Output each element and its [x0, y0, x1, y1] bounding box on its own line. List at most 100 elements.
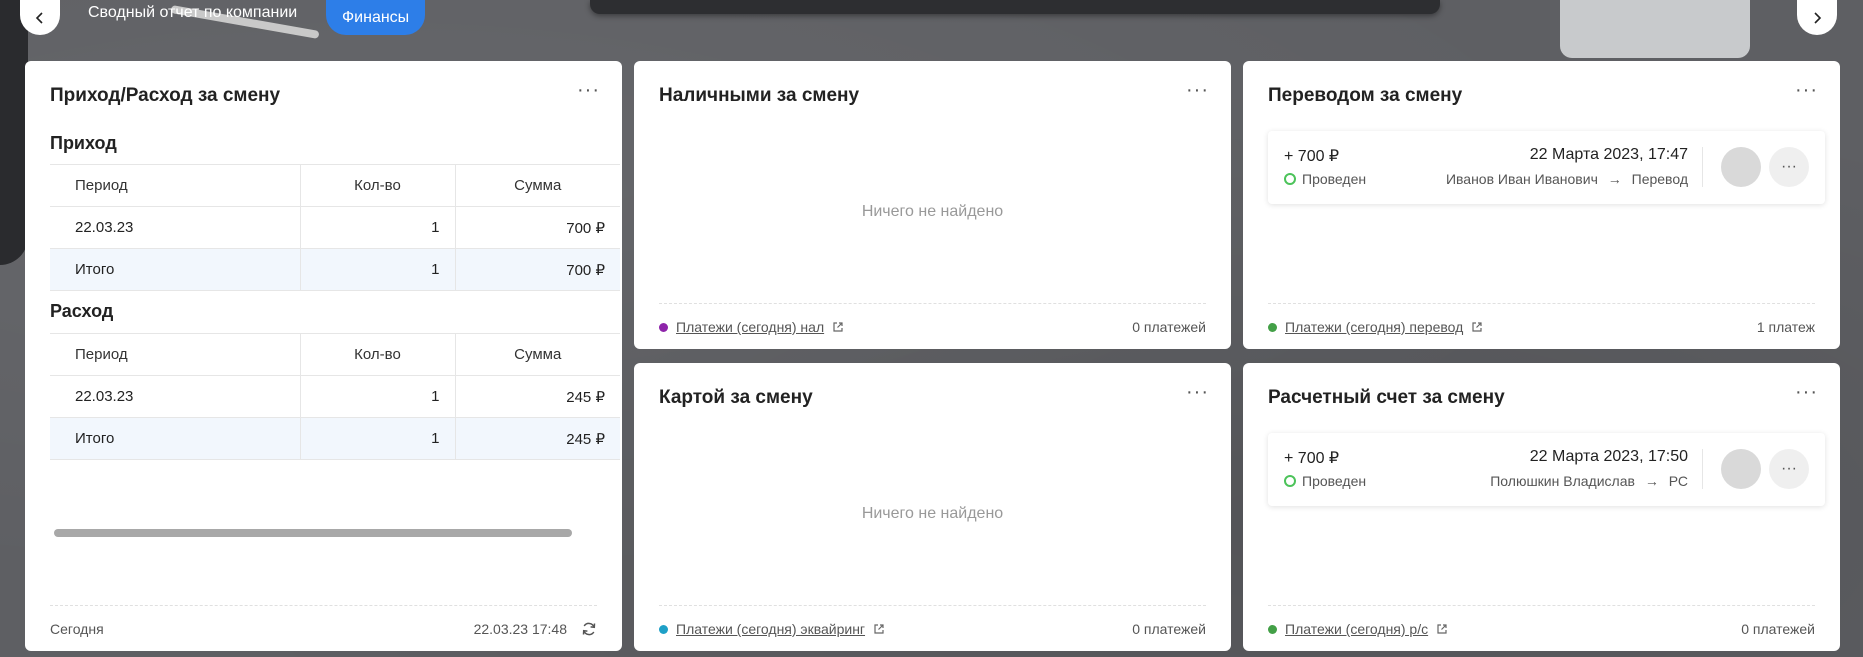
table-cell: 700 ₽ — [455, 248, 620, 291]
payments-count: 0 платежей — [1132, 621, 1206, 637]
card-title: Расчетный счет за смену — [1268, 387, 1505, 408]
payment-date: 22 Марта 2023, 17:50 — [1529, 448, 1688, 465]
payments-count: 0 платежей — [1132, 319, 1206, 335]
chevron-right-icon — [1814, 11, 1822, 24]
payments-link-label[interactable]: Платежи (сегодня) нал — [676, 319, 824, 335]
column-header: Сумма — [455, 333, 620, 376]
status-indicator — [1284, 173, 1296, 185]
payments-count: 0 платежей — [1741, 621, 1815, 637]
legend-dot — [659, 322, 668, 332]
background-object — [0, 0, 28, 265]
card-footer: Платежи (сегодня) нал 0 платежей — [659, 303, 1206, 335]
prev-button[interactable] — [20, 0, 60, 35]
table-cell: 1 — [300, 206, 456, 249]
card-menu-button[interactable]: ··· — [1186, 80, 1209, 100]
external-link-icon — [1437, 624, 1447, 634]
payments-link[interactable]: Платежи (сегодня) нал — [659, 319, 844, 335]
transfer-card: Переводом за смену ··· + 700 ₽ Проведен … — [1243, 61, 1840, 349]
payment-route: Иванов Иван Иванович → Перевод — [1446, 171, 1688, 187]
table-row: 22.03.23 1 700 ₽ — [50, 206, 620, 249]
period-label: Сегодня — [50, 621, 104, 637]
payment-row[interactable]: + 700 ₽ Проведен 22 Марта 2023, 17:47 Ив… — [1268, 131, 1825, 204]
divider — [1702, 147, 1703, 187]
more-button[interactable]: ··· — [1769, 147, 1809, 187]
column-header: Период — [50, 164, 301, 207]
tab-finance[interactable]: Финансы — [326, 0, 426, 35]
updated-timestamp: 22.03.23 17:48 — [473, 621, 567, 637]
payments-link-label[interactable]: Платежи (сегодня) р/с — [1285, 621, 1428, 637]
card-menu-button[interactable]: ··· — [1186, 382, 1209, 402]
avatar[interactable] — [1721, 449, 1761, 489]
card-title: Картой за смену — [659, 387, 813, 408]
empty-state: Ничего не найдено — [861, 505, 1004, 522]
expense-heading: Расход — [50, 301, 114, 321]
payer-name: Иванов Иван Иванович — [1445, 171, 1598, 187]
breadcrumb[interactable]: Сводный отчет по компании — [88, 4, 297, 22]
status-label: Проведен — [1302, 171, 1367, 187]
background-keyboard — [590, 0, 1440, 14]
column-header: Кол-во — [300, 164, 456, 207]
table-cell: 1 — [300, 248, 456, 291]
payer-name: Полюшкин Владислав — [1490, 473, 1635, 489]
payments-link[interactable]: Платежи (сегодня) эквайринг — [659, 621, 885, 637]
table-header-row: Период Кол-во Сумма — [50, 333, 620, 376]
table-cell: 245 ₽ — [455, 375, 620, 418]
legend-dot — [1268, 624, 1277, 634]
table-cell: Итого — [50, 417, 301, 460]
arrow-right-icon: → — [1607, 171, 1622, 187]
payment-route: Полюшкин Владислав → РС — [1490, 473, 1688, 489]
payment-row[interactable]: + 700 ₽ Проведен 22 Марта 2023, 17:50 По… — [1268, 433, 1825, 506]
legend-dot — [1268, 322, 1277, 332]
divider — [1702, 449, 1703, 489]
column-header: Сумма — [455, 164, 620, 207]
payments-link-label[interactable]: Платежи (сегодня) эквайринг — [676, 621, 865, 637]
account-card: Расчетный счет за смену ··· + 700 ₽ Пров… — [1243, 363, 1840, 651]
table-cell: 700 ₽ — [455, 206, 620, 249]
payments-link[interactable]: Платежи (сегодня) р/с — [1268, 621, 1448, 637]
payment-status: Проведен — [1284, 473, 1366, 489]
income-expense-card: Приход/Расход за смену ··· Приход Период… — [25, 61, 622, 651]
more-button[interactable]: ··· — [1769, 449, 1809, 489]
background-device — [1560, 0, 1750, 58]
avatar[interactable] — [1721, 147, 1761, 187]
card-menu-button[interactable]: ··· — [1795, 80, 1818, 100]
table-cell: 245 ₽ — [455, 417, 620, 460]
payment-status: Проведен — [1284, 171, 1366, 187]
payments-link-label[interactable]: Платежи (сегодня) перевод — [1285, 319, 1463, 335]
column-header: Период — [50, 333, 301, 376]
table-row: 22.03.23 1 245 ₽ — [50, 375, 620, 418]
table-cell: 22.03.23 — [50, 375, 301, 418]
payment-method: РС — [1668, 473, 1688, 489]
card-menu-button[interactable]: ··· — [577, 80, 600, 100]
next-button[interactable] — [1797, 0, 1837, 35]
external-link-icon — [1472, 322, 1482, 332]
external-link-icon — [833, 322, 843, 332]
payment-amount: + 700 ₽ — [1284, 148, 1340, 165]
table-cell: 1 — [300, 375, 456, 418]
payment-date: 22 Марта 2023, 17:47 — [1529, 146, 1688, 163]
card-menu-button[interactable]: ··· — [1795, 382, 1818, 402]
card-footer: Платежи (сегодня) р/с 0 платежей — [1268, 605, 1815, 637]
table-header-row: Период Кол-во Сумма — [50, 164, 620, 207]
cash-card: Наличными за смену ··· Ничего не найдено… — [634, 61, 1231, 349]
horizontal-scrollbar[interactable] — [54, 529, 572, 537]
income-table: Период Кол-во Сумма 22.03.23 1 700 ₽ Ито… — [50, 164, 620, 291]
legend-dot — [659, 624, 668, 634]
arrow-right-icon: → — [1644, 473, 1659, 489]
payment-amount: + 700 ₽ — [1284, 450, 1340, 467]
table-total-row: Итого 1 245 ₽ — [50, 417, 620, 460]
card-footer: Сегодня 22.03.23 17:48 — [50, 605, 597, 637]
table-cell: Итого — [50, 248, 301, 291]
empty-state: Ничего не найдено — [861, 203, 1004, 220]
table-total-row: Итого 1 700 ₽ — [50, 248, 620, 291]
refresh-icon[interactable] — [581, 621, 597, 637]
payments-count: 1 платеж — [1756, 319, 1815, 335]
table-cell: 1 — [300, 417, 456, 460]
card-title: Приход/Расход за смену — [50, 85, 281, 106]
card-title: Переводом за смену — [1268, 85, 1463, 106]
status-label: Проведен — [1302, 473, 1367, 489]
column-header: Кол-во — [300, 333, 456, 376]
income-heading: Приход — [50, 133, 117, 153]
card-payments-card: Картой за смену ··· Ничего не найдено Пл… — [634, 363, 1231, 651]
payments-link[interactable]: Платежи (сегодня) перевод — [1268, 319, 1483, 335]
